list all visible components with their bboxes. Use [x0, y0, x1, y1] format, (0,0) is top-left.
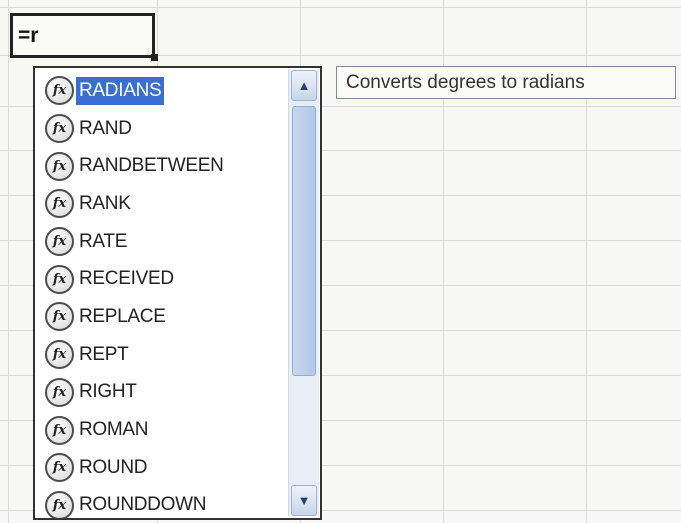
function-fx-icon: fx [45, 114, 74, 144]
function-fx-icon: fx [45, 302, 74, 332]
autocomplete-item-label: ROUND [79, 456, 148, 478]
function-fx-icon: fx [45, 76, 74, 106]
function-description-tooltip: Converts degrees to radians [336, 66, 676, 99]
function-fx-icon: fx [45, 189, 74, 219]
grid-col-line [8, 0, 9, 523]
autocomplete-item-label: ROMAN [79, 419, 149, 441]
autocomplete-item-label: RATE [79, 230, 128, 252]
fill-handle[interactable] [151, 54, 158, 61]
cell-formula-text: =r [18, 24, 39, 47]
autocomplete-item[interactable]: fx RATE [35, 223, 285, 261]
autocomplete-item[interactable]: fx REPT [35, 336, 285, 374]
function-fx-icon: fx [45, 453, 74, 483]
autocomplete-item[interactable]: fx RANK [35, 185, 285, 223]
grid-row-line [0, 7, 681, 8]
autocomplete-item[interactable]: fx RECEIVED [35, 260, 285, 298]
chevron-down-icon: ▼ [297, 493, 311, 508]
chevron-up-icon: ▲ [297, 78, 311, 93]
scrollbar-thumb[interactable] [292, 106, 316, 376]
autocomplete-item-label: RADIANS [76, 76, 165, 105]
autocomplete-item[interactable]: fx REPLACE [35, 298, 285, 336]
autocomplete-item[interactable]: fx ROMAN [35, 411, 285, 449]
scroll-down-button[interactable]: ▼ [291, 485, 317, 516]
autocomplete-item[interactable]: fx RADIANS [35, 72, 285, 110]
autocomplete-item-label: RECEIVED [79, 268, 174, 290]
autocomplete-item[interactable]: fx RANDBETWEEN [35, 147, 285, 185]
function-fx-icon: fx [45, 490, 74, 518]
autocomplete-item-label: RAND [79, 117, 132, 139]
function-fx-icon: fx [45, 151, 74, 181]
function-fx-icon: fx [45, 340, 74, 370]
scroll-up-button[interactable]: ▲ [291, 70, 317, 101]
tooltip-text: Converts degrees to radians [346, 71, 585, 93]
autocomplete-item-label: REPT [79, 343, 129, 365]
autocomplete-item-label: REPLACE [79, 305, 166, 327]
autocomplete-item[interactable]: fx ROUNDDOWN [35, 487, 285, 518]
function-fx-icon: fx [45, 415, 74, 445]
autocomplete-items: fx RADIANS fx RAND fx RANDBETWEEN fx RANK fx RATE… [35, 72, 285, 518]
autocomplete-item-label: ROUNDDOWN [79, 494, 207, 516]
autocomplete-item[interactable]: fx ROUND [35, 449, 285, 487]
function-fx-icon: fx [45, 227, 74, 257]
autocomplete-item[interactable]: fx RAND [35, 110, 285, 148]
autocomplete-item[interactable]: fx RIGHT [35, 374, 285, 412]
function-fx-icon: fx [45, 264, 74, 294]
active-cell[interactable]: =r [10, 13, 155, 58]
autocomplete-item-label: RANDBETWEEN [79, 155, 224, 177]
autocomplete-scrollbar[interactable]: ▲ ▼ [288, 70, 319, 516]
autocomplete-item-label: RIGHT [79, 381, 137, 403]
function-autocomplete-list[interactable]: fx RADIANS fx RAND fx RANDBETWEEN fx RANK fx RATE… [33, 66, 322, 520]
function-fx-icon: fx [45, 377, 74, 407]
autocomplete-item-label: RANK [79, 192, 131, 214]
